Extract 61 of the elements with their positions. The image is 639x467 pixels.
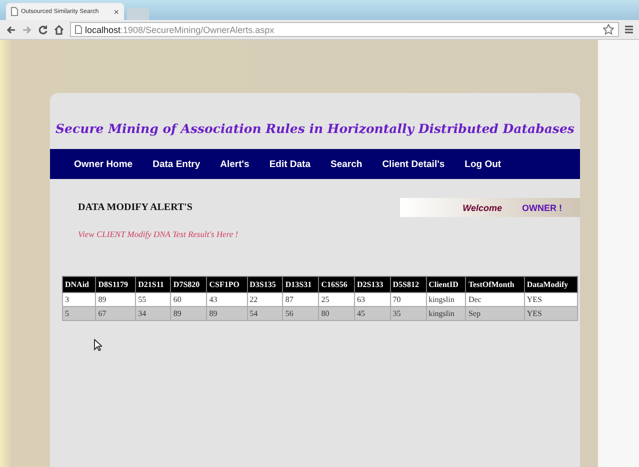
column-header: D8S1179: [96, 276, 136, 292]
table-cell: 89: [206, 306, 248, 320]
column-header: D7S820: [170, 276, 207, 292]
table-cell: 54: [247, 306, 283, 320]
site-title: Secure Mining of Association Rules in Horizontally Distributed Databases: [54, 121, 576, 136]
nav-link[interactable]: Data Entry: [152, 158, 200, 170]
nav-link[interactable]: Client Detail's: [382, 158, 445, 170]
table-cell: 25: [318, 292, 354, 306]
table-cell: 35: [390, 306, 426, 320]
back-icon[interactable]: [6, 24, 16, 34]
column-header: ClientID: [426, 276, 466, 292]
table-cell: 5: [62, 306, 96, 320]
star-icon[interactable]: [603, 24, 614, 35]
nav-link[interactable]: Edit Data: [269, 158, 310, 170]
page-icon: [75, 25, 82, 34]
page-icon: [11, 7, 18, 16]
table-cell: 60: [170, 292, 207, 306]
address-field[interactable]: localhost:1908/SecureMining/OwnerAlerts.aspx: [70, 22, 619, 37]
table-cell: 45: [354, 306, 390, 320]
table-cell: YES: [524, 292, 578, 306]
nav-link[interactable]: Search: [330, 158, 362, 170]
column-header: D3S135: [247, 276, 283, 292]
column-header: D5S812: [390, 276, 426, 292]
table-cell: 43: [206, 292, 248, 306]
table-cell: YES: [524, 306, 578, 320]
table-cell: 67: [96, 306, 136, 320]
reload-icon[interactable]: [38, 24, 48, 34]
cursor-icon: [94, 339, 102, 351]
subtitle-text: View CLIENT Modify DNA Test Result's Here !: [78, 229, 240, 239]
column-header: CSF1PO: [206, 276, 248, 292]
table-cell: 89: [170, 306, 207, 320]
table-cell: 87: [282, 292, 319, 306]
table-cell: 3: [62, 292, 96, 306]
table-cell: 89: [96, 292, 136, 306]
column-header: DNAid: [62, 276, 96, 292]
column-header: DataModify: [524, 276, 578, 292]
user-name: OWNER !: [522, 202, 562, 212]
nav-link[interactable]: Log Out: [464, 158, 502, 170]
table-cell: kingslin: [426, 306, 466, 320]
menu-icon[interactable]: [625, 25, 633, 34]
table-cell: 22: [247, 292, 283, 306]
column-header: D21S11: [136, 276, 171, 292]
table-cell: 70: [390, 292, 426, 306]
column-header: TestOfMonth: [466, 276, 524, 292]
table-cell: 63: [354, 292, 390, 306]
column-header: D13S31: [282, 276, 319, 292]
nav-link[interactable]: Alert's: [220, 158, 250, 170]
column-header: D2S133: [354, 276, 390, 292]
table-cell: 56: [282, 306, 319, 320]
table-cell: Dec: [466, 292, 524, 306]
welcome-text: Welcome: [462, 202, 502, 212]
table-cell: Sep: [466, 306, 524, 320]
home-icon[interactable]: [54, 24, 64, 34]
column-header: C16S56: [318, 276, 354, 292]
nav-link[interactable]: Owner Home: [74, 158, 133, 170]
table-cell: kingslin: [426, 292, 466, 306]
section-heading: DATA MODIFY ALERT'S: [78, 202, 194, 213]
table-cell: 34: [136, 306, 171, 320]
close-icon[interactable]: ×: [114, 6, 119, 16]
table-cell: 55: [136, 292, 171, 306]
table-cell: 80: [318, 306, 354, 320]
